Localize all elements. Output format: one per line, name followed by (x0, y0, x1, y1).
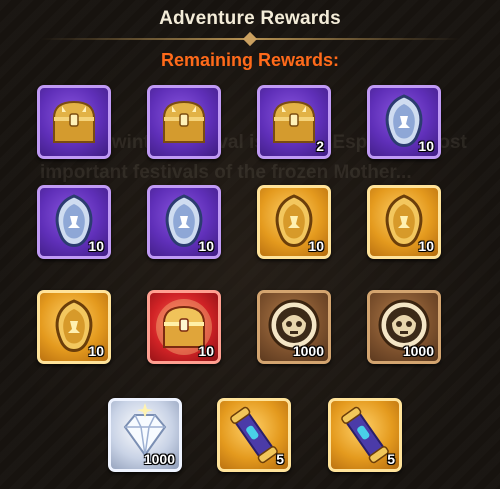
reward-slot-1[interactable] (37, 85, 111, 159)
reward-count: 10 (308, 238, 324, 254)
reward-slot-4[interactable]: 10 (367, 85, 441, 159)
remaining-rewards-label: Remaining Rewards: (160, 50, 340, 70)
reward-slot-2[interactable] (147, 85, 221, 159)
reward-slot-12[interactable]: 1000 (367, 290, 441, 364)
reward-count: 10 (418, 138, 434, 154)
reward-count: 10 (198, 343, 214, 359)
reward-slot-10[interactable]: 10 (147, 290, 221, 364)
reward-slot-9[interactable]: 10 (37, 290, 111, 364)
reward-slot-5[interactable]: 10 (37, 185, 111, 259)
reward-count: 1000 (143, 451, 175, 467)
reward-count: 10 (88, 238, 104, 254)
reward-slot-6[interactable]: 10 (147, 185, 221, 259)
reward-slot-3[interactable]: 2 (257, 85, 331, 159)
reward-count: 10 (88, 343, 104, 359)
reward-count: 1000 (402, 343, 434, 359)
reward-slot-14[interactable]: 5 (217, 398, 291, 472)
reward-slot-7[interactable]: 10 (257, 185, 331, 259)
reward-count: 1000 (292, 343, 324, 359)
reward-slot-15[interactable]: 5 (328, 398, 402, 472)
reward-count: 10 (198, 238, 214, 254)
reward-count: 5 (387, 451, 395, 467)
reward-slot-11[interactable]: 1000 (257, 290, 331, 364)
reward-slot-13[interactable]: 1000 (108, 398, 182, 472)
reward-slot-8[interactable]: 10 (367, 185, 441, 259)
reward-count: 5 (276, 451, 284, 467)
panel-title: Adventure Rewards (159, 8, 341, 29)
reward-count: 10 (418, 238, 434, 254)
reward-count: 2 (316, 138, 324, 154)
